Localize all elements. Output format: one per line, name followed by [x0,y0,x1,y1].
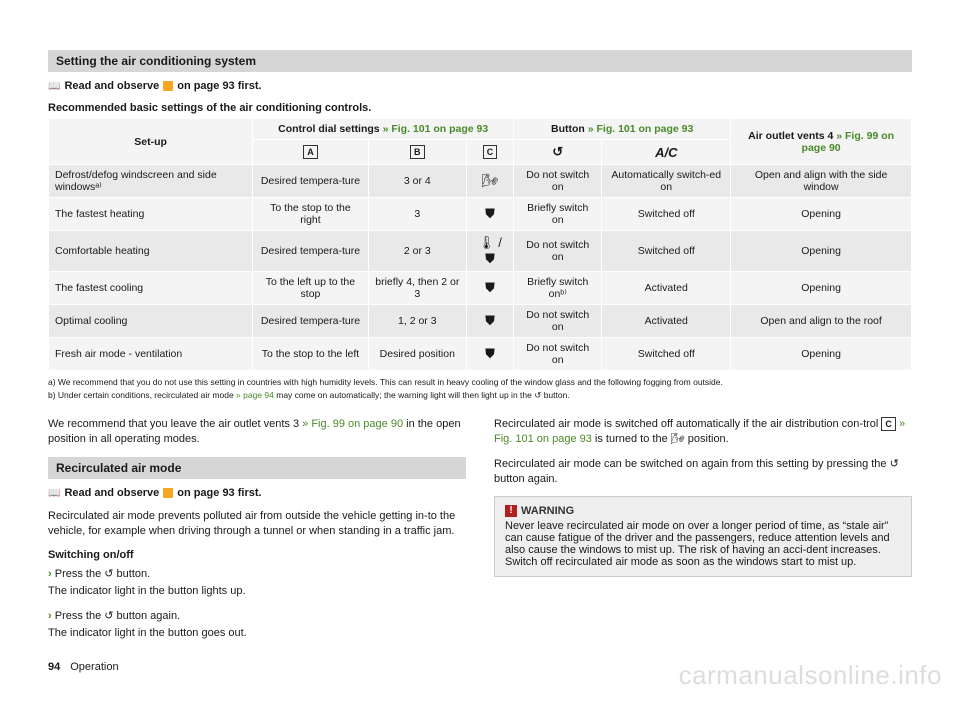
warning-box: ! WARNING Never leave recirculated air m… [494,496,912,577]
settings-table: Set-up Control dial settings » Fig. 101 … [48,118,912,371]
recommended-settings-caption: Recommended basic settings of the air co… [48,102,912,114]
cell-vents: Opening [731,338,912,371]
cell-vents: Opening [731,198,912,231]
read-observe-suffix: on page 93 first. [177,80,261,92]
warning-icon: ! [505,505,517,517]
table-row: The fastest heating To the stop to the r… [49,198,912,231]
col-setup-header: Set-up [49,119,253,165]
recirc-auto-off-text: Recirculated air mode is switched off au… [494,417,912,447]
book-icon [48,487,60,499]
page-footer: 94 Operation [48,661,119,673]
cell-recirc: Do not switch on [514,165,602,198]
col-C-header: C [466,140,513,165]
col-recirc-header: ↺ [514,140,602,165]
warning-text: Never leave recirculated air mode on ove… [505,520,901,568]
cell-c: 🌬 [466,165,513,198]
section-heading-air-conditioning: Setting the air conditioning system [48,50,912,72]
cell-setup: Fresh air mode - ventilation [49,338,253,371]
table-row: Optimal cooling Desired tempera-ture 1, … [49,305,912,338]
step-1: › Press the ↺ button. [48,567,466,580]
table-row: Fresh air mode - ventilation To the stop… [49,338,912,371]
cell-a: Desired tempera-ture [253,305,369,338]
col-control-dial-header: Control dial settings » Fig. 101 on page… [253,119,514,140]
cell-vents: Opening [731,231,912,272]
cell-ac: Switched off [602,338,731,371]
cell-setup: The fastest cooling [49,272,253,305]
table-row: Defrost/defog windscreen and side window… [49,165,912,198]
cell-c: 🌡 / ⛊ [466,231,513,272]
cell-recirc: Do not switch on [514,338,602,371]
cell-setup: Optimal cooling [49,305,253,338]
read-and-observe-note-2: Read and observe on page 93 first. [48,487,466,499]
warning-label: WARNING [521,505,574,517]
recommend-vents-note: We recommend that you leave the air outl… [48,417,466,447]
cell-ac: Activated [602,305,731,338]
cell-c: ⛊ [466,198,513,231]
cell-vents: Opening [731,272,912,305]
col-ac-header: A/C [602,140,731,165]
col-vents-header: Air outlet vents 4 » Fig. 99 on page 90 [731,119,912,165]
cell-b: 3 [368,198,466,231]
table-row: The fastest cooling To the left up to th… [49,272,912,305]
cell-setup: Comfortable heating [49,231,253,272]
table-footnotes: a) We recommend that you do not use this… [48,377,912,401]
cell-vents: Open and align with the side window [731,165,912,198]
col-B-header: B [368,140,466,165]
cell-c: ⛊ [466,338,513,371]
cell-b: 1, 2 or 3 [368,305,466,338]
cell-b: 3 or 4 [368,165,466,198]
cell-a: Desired tempera-ture [253,231,369,272]
recirc-intro-text: Recirculated air mode prevents polluted … [48,509,466,539]
step-2: › Press the ↺ button again. [48,609,466,622]
cell-c: ⛊ [466,272,513,305]
cell-ac: Automatically switch-ed on [602,165,731,198]
cell-b: briefly 4, then 2 or 3 [368,272,466,305]
section-heading-recirculated: Recirculated air mode [48,457,466,479]
cell-b: Desired position [368,338,466,371]
read-observe-prefix: Read and observe [64,80,159,92]
cell-vents: Open and align to the roof [731,305,912,338]
cell-a: To the stop to the right [253,198,369,231]
book-icon [48,80,60,92]
cell-ac: Switched off [602,198,731,231]
cell-ac: Switched off [602,231,731,272]
cell-a: Desired tempera-ture [253,165,369,198]
footnote-a: a) We recommend that you do not use this… [48,377,912,388]
read-and-observe-note: Read and observe on page 93 first. [48,80,912,92]
cell-recirc: Do not switch on [514,231,602,272]
page-number: 94 [48,661,60,673]
table-row: Comfortable heating Desired tempera-ture… [49,231,912,272]
cell-setup: The fastest heating [49,198,253,231]
cell-b: 2 or 3 [368,231,466,272]
cell-recirc: Briefly switch onᵇ⁾ [514,272,602,305]
cell-a: To the stop to the left [253,338,369,371]
cell-setup: Defrost/defog windscreen and side window… [49,165,253,198]
cell-ac: Activated [602,272,731,305]
caution-icon [163,488,173,498]
step-1-result: The indicator light in the button lights… [48,584,466,599]
chapter-name: Operation [70,661,118,673]
col-A-header: A [253,140,369,165]
recirc-switch-again-text: Recirculated air mode can be switched on… [494,457,912,487]
read-observe-suffix: on page 93 first. [177,487,261,499]
cell-c: ⛊ [466,305,513,338]
cell-recirc: Do not switch on [514,305,602,338]
footnote-b: b) Under certain conditions, recirculate… [48,390,912,401]
watermark: carmanualsonline.info [679,660,942,691]
cell-a: To the left up to the stop [253,272,369,305]
col-button-header: Button » Fig. 101 on page 93 [514,119,731,140]
cell-recirc: Briefly switch on [514,198,602,231]
switching-heading: Switching on/off [48,548,466,563]
read-observe-prefix: Read and observe [64,487,159,499]
caution-icon [163,81,173,91]
step-2-result: The indicator light in the button goes o… [48,626,466,641]
